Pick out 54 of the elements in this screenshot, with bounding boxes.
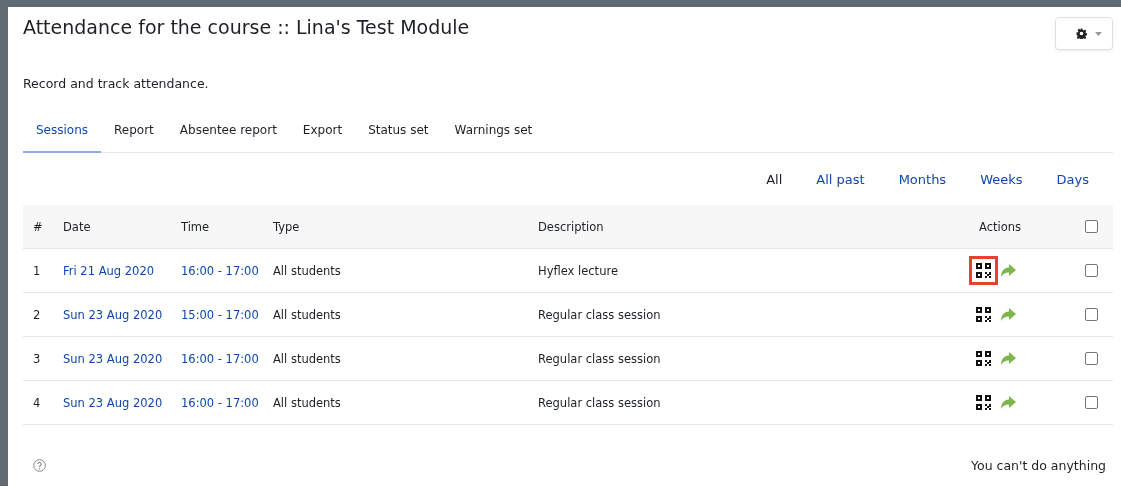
filter-link[interactable]: Weeks (980, 172, 1023, 187)
session-date-link[interactable]: Fri 21 Aug 2020 (63, 263, 155, 278)
qr-code-icon[interactable] (969, 256, 998, 285)
curved-arrow-icon[interactable] (1000, 395, 1016, 410)
row-checkbox[interactable] (1085, 352, 1098, 365)
page-description: Record and track attendance. (23, 76, 210, 91)
row-checkbox[interactable] (1085, 308, 1098, 321)
filter-link[interactable]: All past (816, 172, 865, 187)
row-number: 2 (33, 307, 41, 322)
select-all-checkbox[interactable] (1085, 220, 1098, 233)
tab[interactable]: Report (101, 111, 167, 153)
tab[interactable]: Warnings set (441, 111, 546, 153)
session-date-link[interactable]: Sun 23 Aug 2020 (63, 307, 163, 322)
filter-link[interactable]: All (766, 172, 783, 187)
settings-button[interactable] (1055, 17, 1113, 50)
settings-icon (1076, 28, 1087, 39)
row-number: 4 (33, 395, 41, 410)
column-header: Description (538, 219, 604, 234)
curved-arrow-icon[interactable] (1000, 351, 1016, 366)
page-title: Attendance for the course :: Lina's Test Module (23, 16, 470, 38)
column-header: Actions (979, 219, 1021, 234)
filter-link[interactable]: Months (898, 172, 947, 187)
caret-icon (1095, 31, 1102, 36)
row-checkbox[interactable] (1085, 396, 1098, 409)
session-time-link[interactable]: 15:00 - 17:00 (181, 307, 259, 322)
session-date-link[interactable]: Sun 23 Aug 2020 (63, 395, 163, 410)
session-description: Regular class session (538, 395, 661, 410)
session-description: Regular class session (538, 351, 661, 366)
row-checkbox[interactable] (1085, 264, 1098, 277)
session-type: All students (273, 263, 341, 278)
session-type: All students (273, 395, 341, 410)
row-number: 1 (33, 263, 41, 278)
row-number: 3 (33, 351, 41, 366)
help-icon[interactable] (33, 459, 46, 472)
session-time-link[interactable]: 16:00 - 17:00 (181, 263, 259, 278)
tab[interactable]: Status set (355, 111, 442, 153)
column-header: # (33, 219, 43, 234)
curved-arrow-icon[interactable] (1000, 307, 1016, 322)
session-type: All students (273, 351, 341, 366)
tab[interactable]: Export (289, 111, 356, 153)
status-message: You can't do anything (971, 458, 1106, 473)
session-date-link[interactable]: Sun 23 Aug 2020 (63, 351, 163, 366)
curved-arrow-icon[interactable] (1000, 263, 1016, 278)
tab[interactable]: Absentee report (166, 111, 290, 153)
session-description: Hyflex lecture (538, 263, 618, 278)
filter-link[interactable]: Days (1056, 172, 1089, 187)
tab[interactable]: Sessions (23, 111, 102, 153)
column-header: Type (273, 219, 300, 234)
column-header: Date (63, 219, 91, 234)
session-time-link[interactable]: 16:00 - 17:00 (181, 351, 259, 366)
session-time-link[interactable]: 16:00 - 17:00 (181, 395, 259, 410)
session-description: Regular class session (538, 307, 661, 322)
session-type: All students (273, 307, 341, 322)
column-header: Time (181, 219, 210, 234)
